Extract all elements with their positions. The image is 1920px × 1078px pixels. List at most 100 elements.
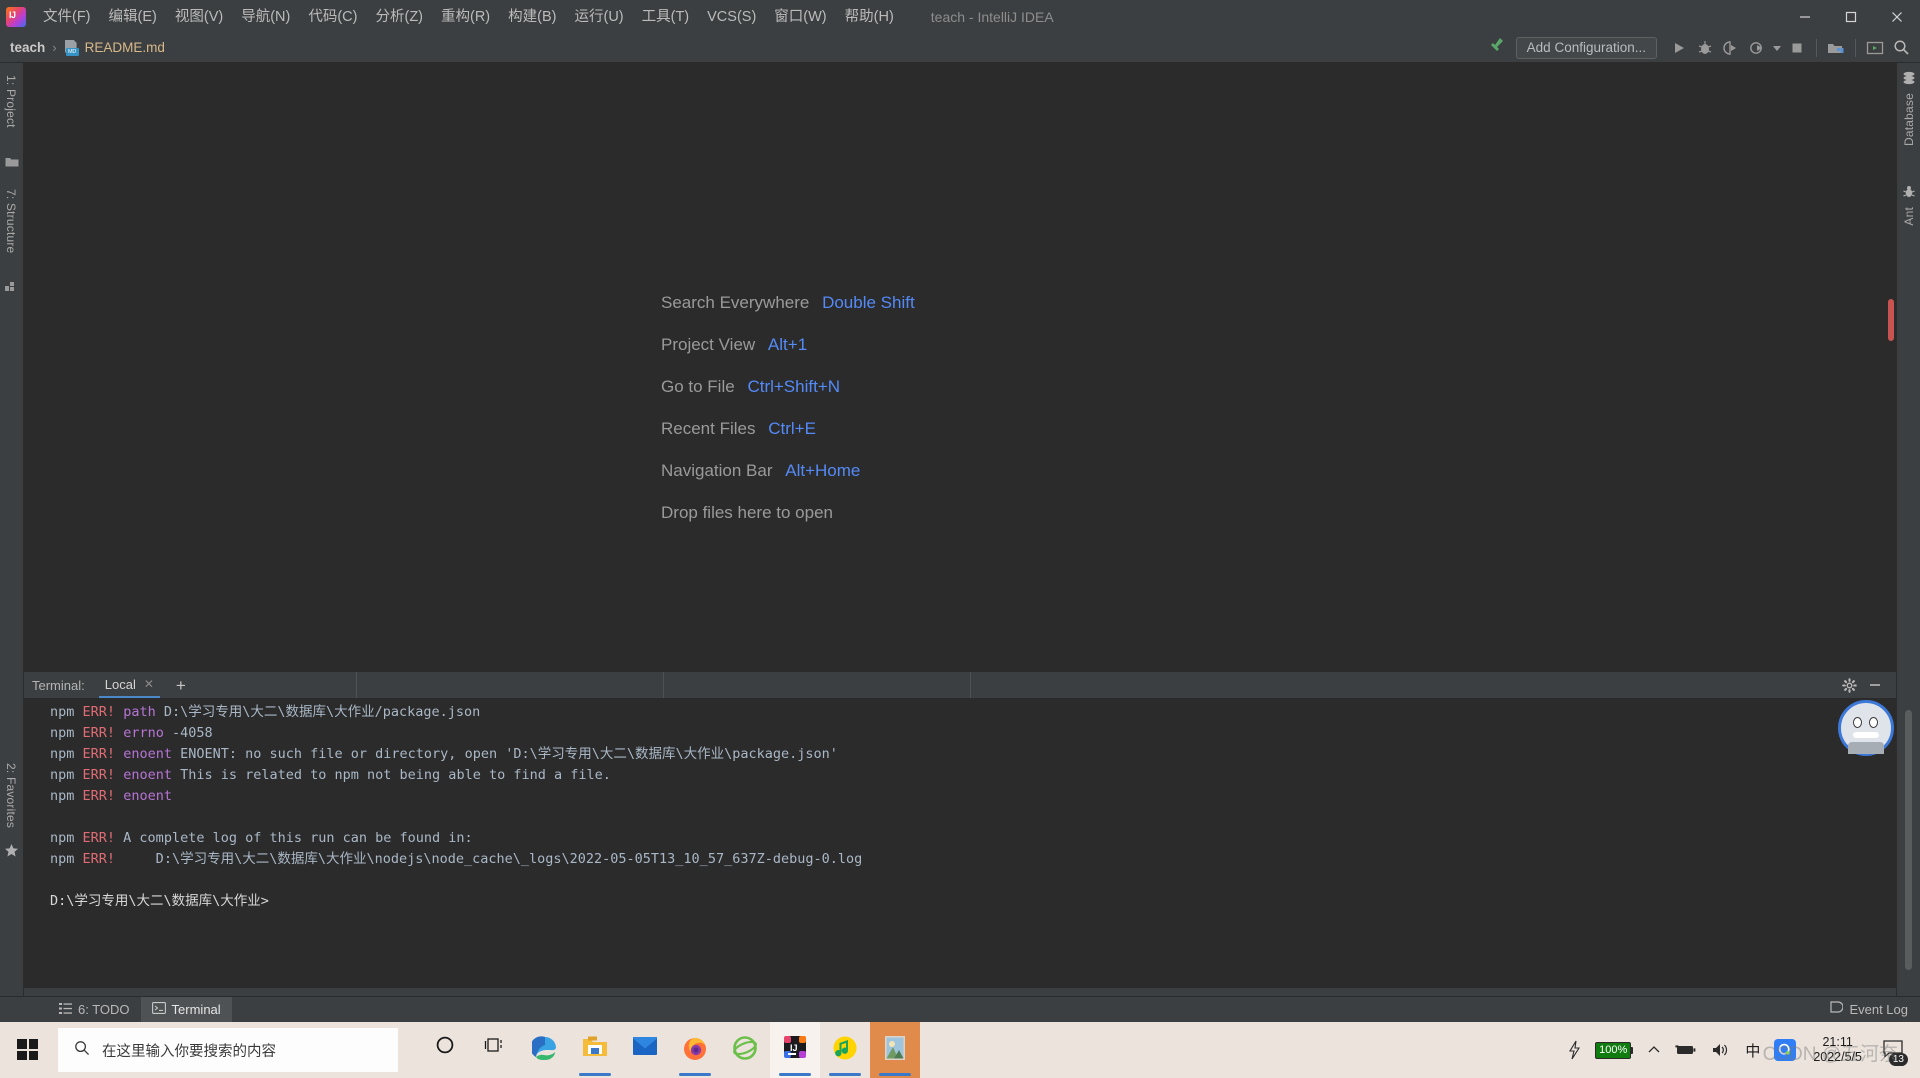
debug-icon[interactable]: [1692, 36, 1718, 60]
terminal-scrollbar[interactable]: [1905, 704, 1912, 974]
notification-icon[interactable]: 13: [1872, 1022, 1914, 1078]
ime-indicator[interactable]: 中: [1738, 1022, 1767, 1078]
sidebar-item-ant-label: Ant: [1902, 207, 1916, 226]
menu-item-help[interactable]: 帮助(H): [836, 4, 903, 30]
terminal-prompt[interactable]: D:\学习专用\大二\数据库\大作业>: [24, 891, 1896, 912]
terminal-actions: [1836, 673, 1896, 697]
terminal-line: npm ERR! enoent This is related to npm n…: [24, 765, 1896, 786]
terminal-line-prefix: npm: [50, 851, 75, 867]
speaker-icon[interactable]: [1704, 1022, 1738, 1078]
terminal-line-text: -4058: [163, 725, 213, 741]
chevron-up-icon[interactable]: [1640, 1022, 1668, 1078]
menu-item-view[interactable]: 视图(V): [166, 4, 232, 30]
sidebar-item-ant[interactable]: Ant: [1902, 207, 1916, 226]
task-view-icon[interactable]: [470, 1022, 520, 1078]
menu-item-vcs[interactable]: VCS(S): [698, 4, 765, 30]
terminal-line-prefix: npm: [50, 788, 75, 804]
toolbar-divider: [1816, 38, 1817, 57]
terminal-output[interactable]: npm ERR! path D:\学习专用\大二\数据库\大作业/package…: [24, 698, 1896, 988]
taskbar-search-placeholder: 在这里输入你要搜索的内容: [102, 1043, 276, 1060]
hint-row-project-view: Project View Alt+1: [661, 335, 1361, 355]
hint-shortcut: Alt+1: [767, 335, 808, 354]
search-icon[interactable]: [1888, 36, 1914, 60]
editor-empty-area[interactable]: Search Everywhere Double Shift Project V…: [24, 63, 1896, 672]
window-title: teach - IntelliJ IDEA: [930, 8, 1054, 25]
hint-row-search-everywhere: Search Everywhere Double Shift: [661, 293, 1361, 313]
menu-item-file[interactable]: 文件(F): [34, 4, 100, 30]
mail-icon[interactable]: [620, 1022, 670, 1078]
maximize-button[interactable]: [1828, 0, 1874, 33]
close-icon[interactable]: ✕: [144, 677, 154, 691]
add-configuration-button[interactable]: Add Configuration...: [1515, 36, 1657, 59]
terminal-line-text: D:\学习专用\大二\数据库\大作业\nodejs\node_cache\_lo…: [115, 851, 863, 867]
photos-icon[interactable]: [870, 1022, 920, 1078]
internet-explorer-icon[interactable]: [720, 1022, 770, 1078]
taskbar-clock[interactable]: 21:11 2022/5/5: [1803, 1022, 1872, 1078]
structure-icon: [5, 279, 19, 297]
menu-item-navigate[interactable]: 导航(N): [232, 4, 299, 30]
editor-error-stripe[interactable]: [1888, 299, 1894, 341]
intellij-idea-icon[interactable]: IJ: [770, 1022, 820, 1078]
run-with-coverage-icon[interactable]: [1718, 36, 1744, 60]
menu-item-build[interactable]: 构建(B): [499, 4, 565, 30]
menu-item-analyze[interactable]: 分析(Z): [366, 4, 432, 30]
menu-item-refactor[interactable]: 重构(R): [432, 4, 499, 30]
database-icon: [1902, 71, 1916, 90]
terminal-line-err: ERR!: [82, 830, 116, 846]
stop-icon[interactable]: [1784, 36, 1810, 60]
battery-icon[interactable]: [1668, 1022, 1704, 1078]
qq-music-icon[interactable]: [820, 1022, 870, 1078]
terminal-scrollbar-thumb[interactable]: [1905, 710, 1912, 970]
editor-scrollbar[interactable]: [1884, 63, 1896, 672]
cortana-icon[interactable]: [420, 1022, 470, 1078]
tab-terminal[interactable]: Terminal: [140, 996, 232, 1023]
chevron-down-icon[interactable]: [1770, 36, 1784, 60]
terminal-tab-local[interactable]: Local ✕: [98, 673, 160, 698]
battery-percentage-badge[interactable]: 100%: [1588, 1041, 1640, 1060]
breadcrumb-project[interactable]: teach: [10, 40, 45, 55]
event-log-label[interactable]: Event Log: [1849, 1002, 1908, 1017]
hint-label: Navigation Bar: [661, 461, 773, 480]
close-button[interactable]: [1874, 0, 1920, 33]
terminal-line-keyword: path: [123, 704, 156, 720]
terminal-window-icon[interactable]: [1862, 36, 1888, 60]
windows-start-icon[interactable]: [0, 1022, 56, 1078]
hint-label: Go to File: [661, 377, 735, 396]
user-avatar[interactable]: [1838, 700, 1894, 756]
sidebar-item-structure[interactable]: 7: Structure: [4, 189, 18, 253]
tab-todo-label: 6: TODO: [78, 1002, 130, 1017]
project-structure-icon[interactable]: [1823, 36, 1849, 60]
microsoft-edge-icon[interactable]: [520, 1022, 570, 1078]
terminal-line-prefix: npm: [50, 767, 75, 783]
gear-icon[interactable]: [1836, 673, 1862, 697]
sidebar-item-favorites[interactable]: 2: Favorites: [4, 763, 18, 828]
hint-shortcut: Alt+Home: [785, 461, 861, 480]
hint-shortcut: Ctrl+Shift+N: [747, 377, 841, 396]
plus-icon[interactable]: +: [176, 677, 186, 694]
menu-item-tools[interactable]: 工具(T): [633, 4, 699, 30]
menu-item-code[interactable]: 代码(C): [299, 4, 366, 30]
hammer-icon[interactable]: [1486, 35, 1506, 60]
minimize-button[interactable]: [1782, 0, 1828, 33]
sidebar-item-database[interactable]: Database: [1902, 93, 1916, 146]
menu-item-run[interactable]: 运行(U): [565, 4, 632, 30]
firefox-icon[interactable]: [670, 1022, 720, 1078]
file-explorer-icon[interactable]: [570, 1022, 620, 1078]
terminal-line-err: ERR!: [82, 746, 116, 762]
tab-todo[interactable]: 6: TODO: [48, 997, 141, 1023]
menu-item-window[interactable]: 窗口(W): [765, 4, 835, 30]
profile-icon[interactable]: [1744, 36, 1770, 60]
menu-item-edit[interactable]: 编辑(E): [100, 4, 166, 30]
hint-row-go-to-file: Go to File Ctrl+Shift+N: [661, 377, 1361, 397]
sidebar-item-project[interactable]: 1: Project: [4, 75, 18, 128]
run-icon[interactable]: [1666, 36, 1692, 60]
breadcrumb-file[interactable]: README.md: [85, 40, 165, 55]
toolbar-actions: Add Configuration...: [1486, 35, 1920, 60]
minimize-icon[interactable]: [1862, 673, 1888, 697]
qq-assistant-icon[interactable]: [1767, 1022, 1803, 1078]
status-right: Event Log: [1829, 1000, 1920, 1019]
taskbar-search-input[interactable]: 在这里输入你要搜索的内容: [58, 1028, 398, 1072]
terminal-line-err: ERR!: [82, 851, 116, 867]
terminal-line-keyword: errno: [123, 725, 164, 741]
